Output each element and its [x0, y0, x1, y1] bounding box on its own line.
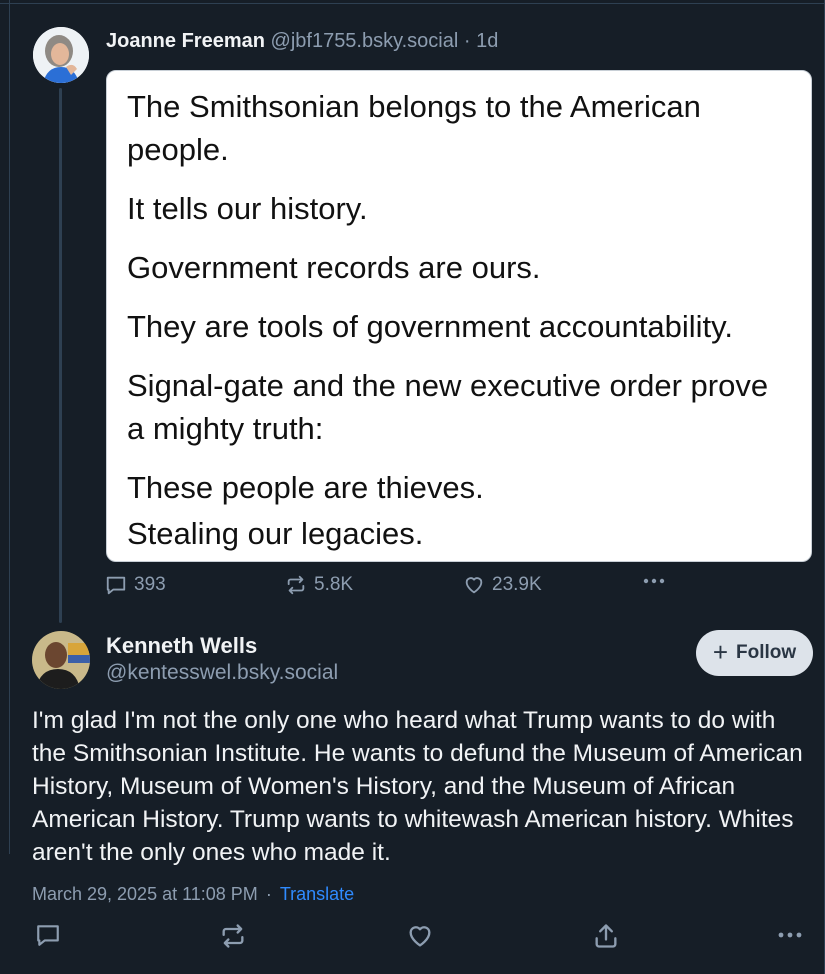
meta-separator: · [265, 884, 272, 904]
share-icon [592, 924, 620, 954]
like-button[interactable] [406, 922, 434, 955]
repost-icon [219, 924, 247, 954]
quote-line: These people are thieves. [127, 470, 484, 505]
post-actions [0, 922, 825, 954]
reply-count: 393 [134, 574, 166, 595]
parent-post-metrics: 393 5.8K 23.9K [0, 574, 825, 604]
heart-icon [463, 574, 485, 596]
repost-count-button[interactable]: 5.8K [285, 574, 353, 596]
avatar-joanne-freeman[interactable] [33, 27, 89, 83]
more-icon [777, 926, 803, 943]
author-name[interactable]: Kenneth Wells [106, 632, 257, 660]
parent-post-header: Joanne Freeman @jbf1755.bsky.social · 1d [106, 28, 498, 54]
repost-button[interactable] [219, 922, 247, 955]
author-handle[interactable]: @kentesswel.bsky.social [106, 660, 338, 686]
avatar-kenneth-wells[interactable] [32, 631, 90, 689]
parent-post-age[interactable]: · 1d [464, 30, 498, 52]
parent-author-name[interactable]: Joanne Freeman [106, 30, 265, 52]
reply-icon [105, 574, 127, 596]
follow-button[interactable]: + Follow [696, 630, 813, 676]
plus-icon: + [712, 637, 729, 667]
quote-line: Government records are ours. [127, 250, 541, 285]
thread-line [59, 88, 62, 623]
post-timestamp: March 29, 2025 at 11:08 PM [32, 884, 258, 904]
left-divider [9, 0, 10, 854]
like-count: 23.9K [492, 574, 542, 595]
follow-label: Follow [736, 642, 797, 663]
parent-post-text-card: The Smithsonian belongs to the American … [106, 70, 812, 562]
reply-count-button[interactable]: 393 [105, 574, 166, 596]
translate-link[interactable]: Translate [280, 884, 354, 904]
more-button[interactable] [777, 926, 803, 944]
quote-line: They are tools of government accountabil… [127, 309, 733, 344]
post-body: I'm glad I'm not the only one who heard … [32, 707, 803, 866]
quote-line: The Smithsonian belongs to the American … [127, 89, 701, 167]
parent-author-handle[interactable]: @jbf1755.bsky.social [271, 30, 459, 52]
reply-button[interactable] [35, 922, 61, 953]
like-count-button[interactable]: 23.9K [463, 574, 542, 596]
reply-icon [35, 925, 61, 952]
quote-line: It tells our history. [127, 191, 368, 226]
heart-icon [406, 926, 434, 954]
post-meta: March 29, 2025 at 11:08 PM · Translate [32, 882, 354, 906]
quote-line: Signal-gate and the new executive order … [127, 368, 769, 446]
more-icon [642, 577, 666, 585]
quote-line: Stealing our legacies. [127, 516, 424, 551]
share-button[interactable] [592, 922, 620, 955]
repost-icon [285, 574, 307, 596]
parent-more-button[interactable] [642, 577, 666, 585]
repost-count: 5.8K [314, 574, 354, 595]
top-divider [0, 0, 825, 4]
